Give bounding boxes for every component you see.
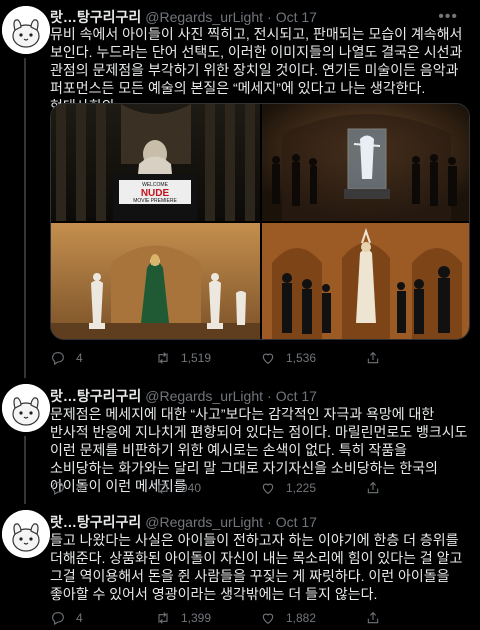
user-handle[interactable]: @Regards_urLight — [145, 8, 263, 26]
media-image-4[interactable] — [262, 223, 469, 339]
thread-line — [24, 436, 26, 504]
heart-icon — [262, 613, 274, 624]
retweet-icon — [158, 352, 168, 364]
like-button[interactable]: 1,225 — [260, 480, 365, 496]
user-handle[interactable]: @Regards_urLight — [145, 387, 263, 405]
dancers-arches-image — [262, 223, 469, 339]
separator-dot: · — [267, 514, 272, 530]
like-count: 1,536 — [286, 351, 317, 365]
like-count: 1,225 — [286, 481, 317, 495]
timestamp[interactable]: Oct 17 — [276, 387, 317, 405]
tweet-1[interactable]: 랏…탕구리구리 @Regards_urLight · Oct 17 ••• 뮤비… — [0, 0, 480, 378]
separator-dot: · — [267, 388, 272, 404]
tweet-actions: 4 940 1,225 — [50, 478, 470, 498]
share-icon — [367, 611, 379, 624]
gallery-statues-image — [51, 223, 260, 339]
user-handle[interactable]: @Regards_urLight — [145, 513, 263, 531]
media-grid[interactable]: WELCOME NUDE MOVIE PREMIERE — [50, 103, 470, 340]
share-icon — [367, 351, 379, 364]
reply-count: 4 — [76, 481, 83, 495]
reply-icon — [52, 612, 64, 625]
reply-button[interactable]: 4 — [50, 350, 155, 366]
display-name[interactable]: 랏…탕구리구리 — [50, 513, 141, 531]
retweet-icon — [158, 612, 168, 624]
share-button[interactable] — [365, 480, 470, 496]
media-image-1[interactable]: WELCOME NUDE MOVIE PREMIERE — [51, 104, 260, 221]
reply-button[interactable]: 4 — [50, 610, 155, 626]
tweet-header: 랏…탕구리구리 @Regards_urLight · Oct 17 — [50, 387, 472, 405]
media-image-3[interactable] — [51, 223, 260, 339]
reply-icon — [52, 482, 64, 495]
retweet-count: 940 — [181, 481, 202, 495]
retweet-button[interactable]: 1,399 — [155, 610, 260, 626]
retweet-count: 1,519 — [181, 351, 212, 365]
tweet-2[interactable]: 랏…탕구리구리 @Regards_urLight · Oct 17 문제점은 메… — [0, 378, 480, 504]
tweet-header: 랏…탕구리구리 @Regards_urLight · Oct 17 — [50, 513, 472, 531]
more-options-icon[interactable]: ••• — [438, 8, 458, 26]
sign-line-3: MOVIE PREMIERE — [133, 198, 177, 204]
avatar[interactable] — [2, 384, 50, 432]
timestamp[interactable]: Oct 17 — [276, 8, 317, 26]
like-count: 1,882 — [286, 611, 317, 625]
thread-line — [24, 58, 26, 378]
avatar[interactable] — [2, 510, 50, 558]
tweet-3[interactable]: 랏…탕구리구리 @Regards_urLight · Oct 17 들고 나왔다… — [0, 504, 480, 630]
separator-dot: · — [267, 9, 272, 25]
share-icon — [367, 481, 379, 494]
like-button[interactable]: 1,882 — [260, 610, 365, 626]
share-button[interactable] — [365, 350, 470, 366]
stage-podium-image: WELCOME NUDE MOVIE PREMIERE — [51, 104, 260, 221]
reply-button[interactable]: 4 — [50, 480, 155, 496]
glass-display-case-image — [262, 104, 469, 221]
display-name[interactable]: 랏…탕구리구리 — [50, 8, 141, 26]
retweet-count: 1,399 — [181, 611, 212, 625]
retweet-icon — [158, 482, 168, 494]
like-button[interactable]: 1,536 — [260, 350, 365, 366]
retweet-button[interactable]: 940 — [155, 480, 260, 496]
tweet-text: 뮤비 속에서 아이들이 사진 찍히고, 전시되고, 판매되는 모습이 계속해서 … — [50, 26, 463, 114]
reply-count: 4 — [76, 611, 83, 625]
media-image-2[interactable] — [262, 104, 469, 221]
retweet-button[interactable]: 1,519 — [155, 350, 260, 366]
timestamp[interactable]: Oct 17 — [276, 513, 317, 531]
tweet-actions: 4 1,399 1,882 — [50, 608, 470, 628]
heart-icon — [262, 353, 274, 364]
display-name[interactable]: 랏…탕구리구리 — [50, 387, 141, 405]
heart-icon — [262, 483, 274, 494]
tweet-header: 랏…탕구리구리 @Regards_urLight · Oct 17 ••• — [50, 8, 472, 26]
reply-icon — [52, 352, 64, 365]
tweet-text: 들고 나왔다는 사실은 아이들이 전하고자 하는 이야기에 한층 더 층위를 더… — [50, 532, 463, 602]
reply-count: 4 — [76, 351, 83, 365]
tweet-actions: 4 1,519 1,536 — [50, 348, 470, 368]
avatar[interactable] — [2, 6, 50, 54]
share-button[interactable] — [365, 610, 470, 626]
